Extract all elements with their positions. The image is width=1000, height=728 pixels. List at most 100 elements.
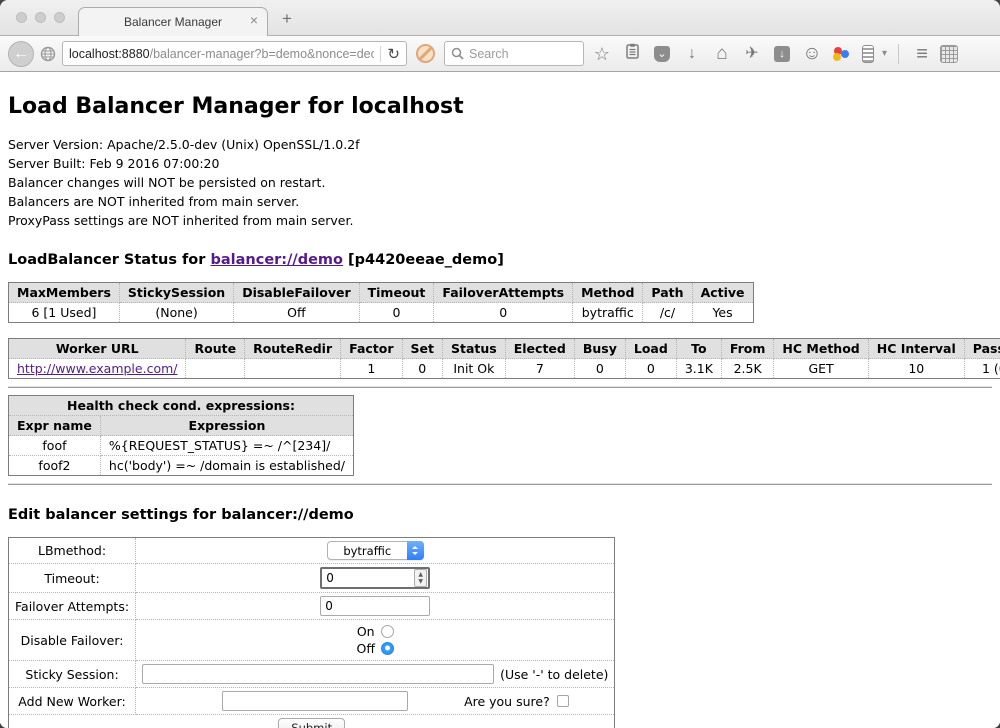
reload-icon[interactable]: ↻	[387, 45, 400, 63]
urlbar-divider	[380, 46, 381, 62]
col-status: Status	[443, 339, 506, 359]
col-expr-name: Expr name	[9, 416, 101, 436]
pocket-icon[interactable]: ⌄	[654, 46, 670, 62]
url-bar[interactable]: localhost:8880/balancer-manager?b=demo&n…	[62, 41, 407, 66]
cell-disablefailover: Off	[234, 303, 359, 323]
site-identity-globe-icon[interactable]	[40, 46, 56, 62]
col-expression: Expression	[100, 416, 353, 436]
new-tab-button[interactable]: +	[282, 9, 292, 29]
close-window-button[interactable]	[16, 12, 27, 23]
extension-dropdown-caret-icon[interactable]: ▾	[882, 48, 887, 59]
url-host: localhost:8880	[69, 47, 150, 61]
cell-stickysession: (None)	[119, 303, 233, 323]
content-blocker-icon[interactable]	[416, 44, 435, 63]
toolbar-separator	[898, 44, 899, 64]
add-worker-cell: Are you sure?	[136, 688, 615, 715]
persist-note-line: Balancer changes will NOT be persisted o…	[8, 173, 992, 192]
are-you-sure-label: Are you sure?	[464, 694, 550, 709]
cell-path: /c/	[643, 303, 692, 323]
page-title: Load Balancer Manager for localhost	[8, 94, 992, 119]
add-worker-input[interactable]	[222, 691, 408, 711]
radio-on-unchecked[interactable]	[381, 625, 394, 638]
home-icon[interactable]: ⌂	[710, 44, 734, 64]
tab-close-icon[interactable]: ×	[250, 13, 258, 27]
health-title-row: Health check cond. expressions:	[9, 396, 354, 416]
col-to: To	[676, 339, 721, 359]
minimize-window-button[interactable]	[35, 12, 46, 23]
menu-hamburger-icon[interactable]: ≡	[910, 44, 934, 64]
table-header-row: Expr name Expression	[9, 416, 354, 436]
radio-on-row: On	[142, 623, 608, 640]
status-heading-prefix: LoadBalancer Status for	[8, 252, 210, 268]
cell-failoverattempts: 0	[434, 303, 573, 323]
balancer-demo-link[interactable]: balancer://demo	[210, 252, 343, 268]
health-check-table: Health check cond. expressions: Expr nam…	[8, 395, 354, 476]
radio-off-checked[interactable]	[381, 642, 394, 655]
submit-button[interactable]: Submit	[278, 718, 345, 728]
cell-busy: 0	[574, 359, 625, 379]
cell-route	[186, 359, 245, 379]
status-heading-suffix: [p4420eeae_demo]	[343, 252, 504, 268]
section-divider	[8, 483, 992, 485]
sticky-session-label: Sticky Session:	[9, 661, 136, 688]
tiles-extension-icon[interactable]	[940, 45, 958, 63]
sticky-session-input[interactable]	[142, 664, 494, 684]
col-failoverattempts: FailoverAttempts	[434, 283, 573, 303]
radio-on-label: On	[357, 624, 375, 639]
navigation-toolbar: ← localhost:8880/balancer-manager?b=demo…	[0, 36, 1000, 72]
col-factor: Factor	[341, 339, 402, 359]
select-stepper-icon	[407, 541, 424, 560]
table-header-row: Worker URL Route RouteRedir Factor Set S…	[9, 339, 1000, 359]
cell-expr-name: foof2	[9, 456, 101, 476]
downloads-icon[interactable]: ↓	[680, 44, 704, 64]
url-path: /balancer-manager?b=demo&nonce=decc37be-…	[150, 47, 375, 61]
traffic-lights	[16, 12, 65, 23]
battery-extension-icon[interactable]	[862, 45, 874, 63]
browser-window: Balancer Manager × + ← localhost:8880/ba…	[0, 0, 1000, 728]
back-button[interactable]: ←	[8, 41, 34, 67]
add-worker-row: Add New Worker: Are you sure?	[9, 688, 615, 715]
health-row: foof2 hc('body') =~ /domain is establish…	[9, 456, 354, 476]
bookmark-star-icon[interactable]: ☆	[590, 44, 614, 64]
are-you-sure-checkbox[interactable]	[557, 695, 569, 707]
timeout-row: Timeout: ▲▼	[9, 564, 615, 593]
health-table-title: Health check cond. expressions:	[9, 396, 354, 416]
tab-strip: Balancer Manager × +	[0, 0, 1000, 36]
failover-attempts-input[interactable]	[320, 596, 430, 616]
col-worker-url: Worker URL	[9, 339, 186, 359]
extension-download-icon[interactable]: ↓	[774, 46, 790, 62]
col-active: Active	[692, 283, 753, 303]
cell-set: 0	[402, 359, 442, 379]
col-hc-interval: HC Interval	[868, 339, 964, 359]
search-bar[interactable]: Search	[444, 41, 584, 66]
chat-smiley-icon[interactable]: ☺	[800, 44, 824, 64]
colored-dots-extension-icon[interactable]	[833, 46, 851, 62]
cell-to: 3.1K	[676, 359, 721, 379]
col-timeout: Timeout	[359, 283, 434, 303]
server-version-line: Server Version: Apache/2.5.0-dev (Unix) …	[8, 135, 992, 154]
reading-list-icon[interactable]	[620, 43, 644, 65]
timeout-input[interactable]	[322, 569, 414, 587]
cell-active: Yes	[692, 303, 753, 323]
worker-url-link[interactable]: http://www.example.com/	[17, 361, 177, 376]
health-row: foof %{REQUEST_STATUS} =~ /^[234]/	[9, 436, 354, 456]
send-tab-icon[interactable]: ✈	[740, 44, 764, 64]
server-built-line: Server Built: Feb 9 2016 07:00:20	[8, 154, 992, 173]
lbmethod-row: LBmethod: bytraffic	[9, 538, 615, 564]
search-icon	[451, 47, 464, 60]
lbmethod-select[interactable]: bytraffic	[327, 541, 424, 560]
proxypass-note-line: ProxyPass settings are NOT inherited fro…	[8, 211, 992, 230]
cell-hc-method: GET	[774, 359, 868, 379]
table-header-row: MaxMembers StickySession DisableFailover…	[9, 283, 754, 303]
lbmethod-selected-value: bytraffic	[328, 544, 407, 558]
col-hc-method: HC Method	[774, 339, 868, 359]
inherit-note-line: Balancers are NOT inherited from main se…	[8, 192, 992, 211]
zoom-window-button[interactable]	[54, 12, 65, 23]
cell-elected: 7	[505, 359, 574, 379]
col-stickysession: StickySession	[119, 283, 233, 303]
tab-balancer-manager[interactable]: Balancer Manager ×	[78, 7, 268, 36]
timeout-cell: ▲▼	[136, 564, 615, 593]
number-spinner-icon[interactable]: ▲▼	[414, 569, 427, 587]
cell-from: 2.5K	[721, 359, 774, 379]
tab-title: Balancer Manager	[124, 15, 222, 29]
